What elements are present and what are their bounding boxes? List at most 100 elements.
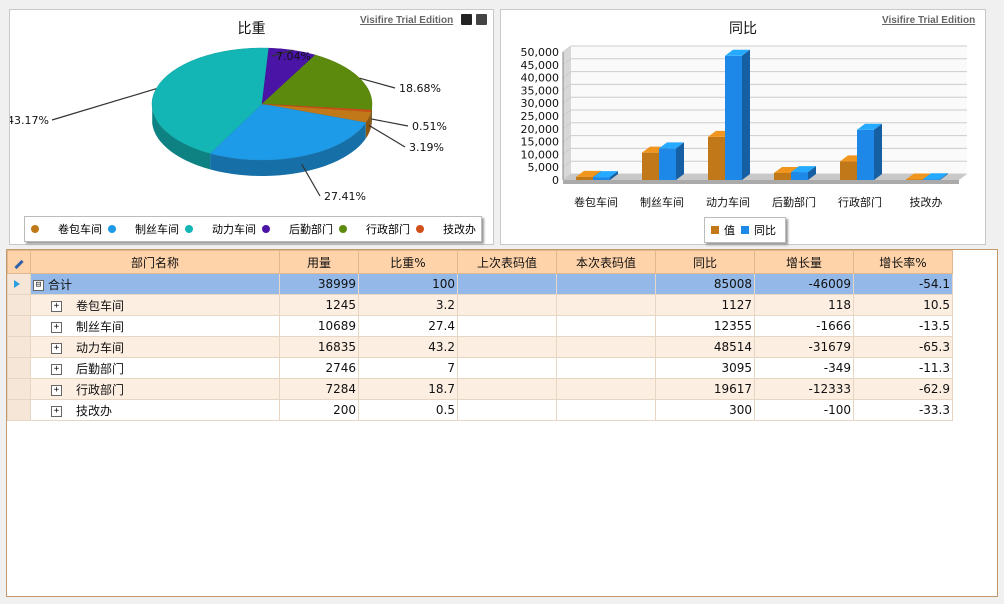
bar-1-1[interactable]: [659, 142, 684, 180]
expand-icon[interactable]: +: [51, 321, 62, 333]
column-header-share[interactable]: 比重%: [358, 250, 458, 274]
cell-current-reading: [556, 315, 656, 337]
cell-current-reading: [556, 399, 656, 421]
bar-1-4[interactable]: [857, 123, 882, 180]
bar-legend-item[interactable]: 值: [711, 222, 735, 238]
total-row[interactable]: ⊟ 合计 38999 100 85008 -46009 -54.1: [7, 273, 953, 295]
pie-legend-item[interactable]: 行政部门: [339, 221, 410, 237]
cell-current-reading: [556, 336, 656, 358]
x-tick-label: 技改办: [910, 195, 943, 209]
cell-share: 3.2: [358, 294, 458, 316]
expand-icon[interactable]: +: [51, 300, 62, 312]
cell-department-name: + 技改办: [30, 399, 280, 421]
pie-chart-panel: 比重 Visifire Trial Edition 3.19% 27.41% 43.…: [9, 9, 494, 245]
x-tick-label: 卷包车间: [574, 195, 618, 209]
cell-share: 100: [358, 273, 458, 295]
pie-legend-item[interactable]: 制丝车间: [108, 221, 179, 237]
bar-chart-panel: 同比 Visifire Trial Edition 0 5,000 10,000 15…: [500, 9, 986, 245]
cell-growth-rate: 10.5: [853, 294, 953, 316]
column-header-name[interactable]: 部门名称: [30, 250, 280, 274]
row-indicator[interactable]: [7, 294, 31, 316]
cell-share: 7: [358, 357, 458, 379]
cell-growth: -46009: [754, 273, 854, 295]
expand-icon[interactable]: +: [51, 405, 62, 417]
cell-yoy: 19617: [655, 378, 755, 400]
expand-icon[interactable]: +: [51, 384, 62, 396]
cell-department-name: + 行政部门: [30, 378, 280, 400]
cell-usage: 2746: [279, 357, 359, 379]
cell-growth-rate: -54.1: [853, 273, 953, 295]
y-tick-label: 15,000: [521, 136, 560, 149]
legend-label: 制丝车间: [135, 223, 179, 236]
row-indicator[interactable]: [7, 273, 31, 295]
row-indicator[interactable]: [7, 378, 31, 400]
bar-chart: 05,00010,00015,00020,00025,00030,00035,0…: [521, 45, 967, 209]
cell-usage: 10689: [279, 315, 359, 337]
y-tick-label: 50,000: [521, 46, 560, 59]
pie-legend-item[interactable]: 后勤部门: [262, 221, 333, 237]
department-label: 后勤部门: [76, 361, 125, 376]
expand-icon[interactable]: +: [51, 363, 62, 375]
pie-legend-item[interactable]: 动力车间: [185, 221, 256, 237]
x-tick-label: 后勤部门: [772, 195, 816, 209]
cell-yoy: 3095: [655, 357, 755, 379]
column-header-usage[interactable]: 用量: [279, 250, 359, 274]
bar-1-2[interactable]: [725, 49, 750, 180]
table-row[interactable]: + 动力车间 16835 43.2 48514 -31679 -65.3: [7, 336, 953, 358]
legend-label: 动力车间: [212, 223, 256, 236]
table-row[interactable]: + 制丝车间 10689 27.4 12355 -1666 -13.5: [7, 315, 953, 337]
cell-current-reading: [556, 378, 656, 400]
bar-legend: 值 同比: [704, 217, 786, 243]
pie-leader-line: [51, 88, 157, 121]
cell-growth-rate: -11.3: [853, 357, 953, 379]
legend-marker: [416, 225, 424, 233]
cell-growth-rate: -65.3: [853, 336, 953, 358]
legend-label: 技改办: [443, 223, 476, 236]
department-label: 合计: [48, 277, 73, 292]
column-header-current-reading[interactable]: 本次表码值: [556, 250, 656, 274]
table-row[interactable]: + 行政部门 7284 18.7 19617 -12333 -62.9: [7, 378, 953, 400]
cell-current-reading: [556, 273, 656, 295]
pie-data-label: 3.19%: [409, 141, 444, 154]
cell-growth-rate: -13.5: [853, 315, 953, 337]
table-row[interactable]: + 后勤部门 2746 7 3095 -349 -11.3: [7, 357, 953, 379]
pie-legend-item[interactable]: 技改办: [416, 221, 476, 237]
cell-last-reading: [457, 378, 557, 400]
bar-legend-item[interactable]: 同比: [741, 222, 776, 238]
column-header-last-reading[interactable]: 上次表码值: [457, 250, 557, 274]
cell-last-reading: [457, 336, 557, 358]
cell-yoy: 300: [655, 399, 755, 421]
cell-share: 27.4: [358, 315, 458, 337]
y-tick-label: 25,000: [521, 110, 560, 123]
row-indicator[interactable]: [7, 399, 31, 421]
department-label: 动力车间: [76, 340, 125, 355]
pie-legend: 卷包车间 制丝车间 动力车间 后勤部门 行政部门 技改办: [24, 216, 482, 242]
table-row[interactable]: + 卷包车间 1245 3.2 1127 118 10.5: [7, 294, 953, 316]
cell-last-reading: [457, 357, 557, 379]
legend-marker: [31, 225, 39, 233]
row-indicator[interactable]: [7, 315, 31, 337]
collapse-icon[interactable]: ⊟: [33, 279, 44, 291]
plot-floor: [563, 174, 967, 180]
row-indicator[interactable]: [7, 357, 31, 379]
cell-yoy: 85008: [655, 273, 755, 295]
column-header-growth[interactable]: 增长量: [754, 250, 854, 274]
expand-icon[interactable]: +: [51, 342, 62, 354]
legend-marker: [339, 225, 347, 233]
pie-chart: 3.19% 27.41% 43.17% 7.04% 18.68% 0.51%: [10, 47, 447, 203]
pie-leader-line: [371, 118, 409, 127]
row-indicator-header: [7, 250, 31, 274]
pie-leader-line: [368, 124, 406, 148]
pie-legend-item[interactable]: 卷包车间: [31, 221, 102, 237]
column-header-yoy[interactable]: 同比: [655, 250, 755, 274]
legend-marker: [262, 225, 270, 233]
y-tick-label: 40,000: [521, 72, 560, 85]
row-indicator[interactable]: [7, 336, 31, 358]
cell-last-reading: [457, 273, 557, 295]
cell-usage: 1245: [279, 294, 359, 316]
x-tick-label: 制丝车间: [640, 195, 684, 209]
table-row[interactable]: + 技改办 200 0.5 300 -100 -33.3: [7, 399, 953, 421]
column-header-growth-rate[interactable]: 增长率%: [853, 250, 953, 274]
cell-share: 0.5: [358, 399, 458, 421]
cell-yoy: 1127: [655, 294, 755, 316]
